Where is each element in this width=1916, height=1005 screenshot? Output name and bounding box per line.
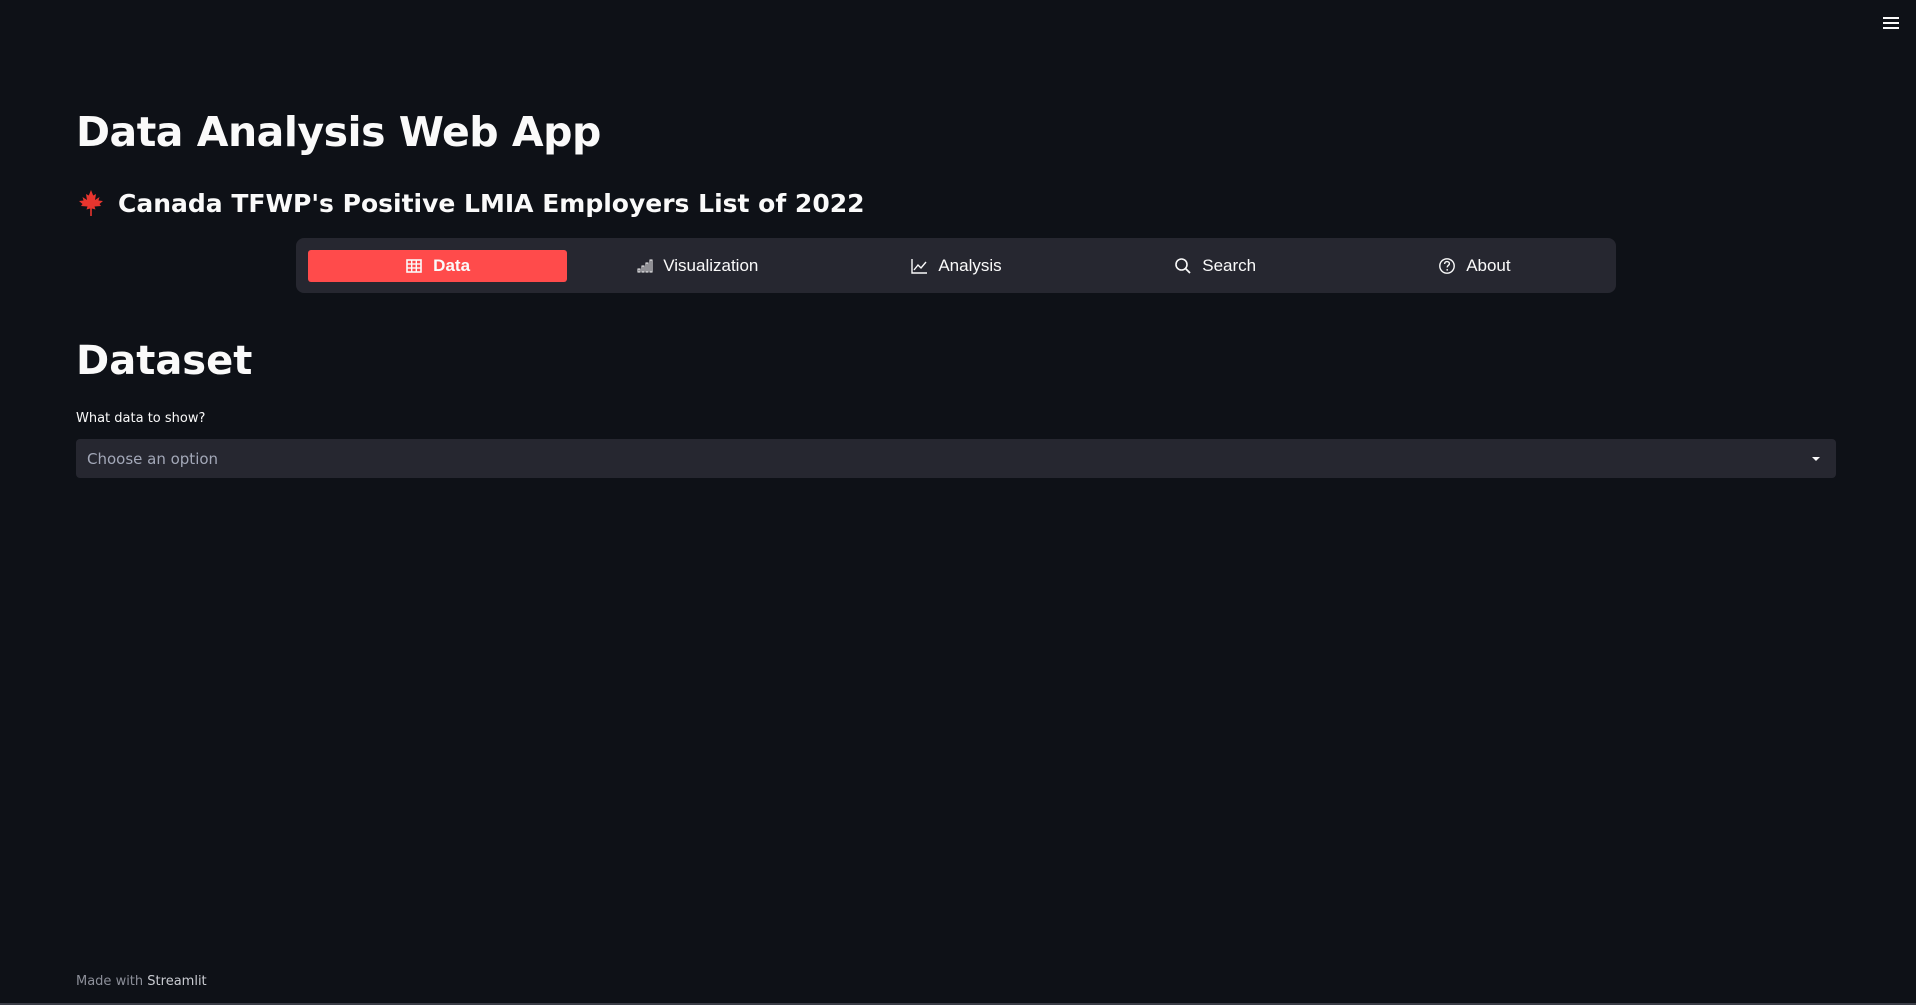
app-subtitle: Canada TFWP's Positive LMIA Employers Li… <box>76 188 865 218</box>
hamburger-menu-icon[interactable] <box>1883 14 1899 33</box>
app-title: Data Analysis Web App <box>76 108 601 156</box>
maple-leaf-icon <box>76 188 106 218</box>
nav-tab-search[interactable]: Search <box>1086 250 1345 282</box>
nav-tab-analysis-label: Analysis <box>938 255 1002 275</box>
question-circle-icon <box>1438 257 1456 275</box>
footer-prefix: Made with <box>76 974 144 989</box>
nav-tab-visualization-label: Visualization <box>663 255 759 275</box>
line-chart-icon <box>910 257 928 275</box>
table-icon <box>405 257 423 275</box>
select-label: What data to show? <box>76 411 206 426</box>
app-page: Data Analysis Web App Canada TFWP's Posi… <box>0 0 1916 1005</box>
nav-tab-data-label: Data <box>433 255 471 275</box>
nav-tab-about-label: About <box>1466 255 1511 275</box>
chevron-down-icon <box>1812 456 1820 461</box>
footer-streamlit-link[interactable]: Streamlit <box>147 974 206 989</box>
select-placeholder: Choose an option <box>87 449 219 468</box>
app-subtitle-text: Canada TFWP's Positive LMIA Employers Li… <box>118 188 865 218</box>
search-icon <box>1174 257 1192 275</box>
data-select-dropdown[interactable]: Choose an option <box>76 439 1836 478</box>
section-title: Dataset <box>76 338 253 384</box>
main-menu-button[interactable] <box>1878 12 1904 34</box>
nav-tab-data[interactable]: Data <box>308 249 568 282</box>
option-menu-navbar: Data Visualization Analysis Search About <box>296 238 1616 293</box>
nav-tab-analysis[interactable]: Analysis <box>826 250 1085 282</box>
nav-tab-search-label: Search <box>1202 255 1257 275</box>
nav-tab-about[interactable]: About <box>1345 250 1604 282</box>
footer: Made with Streamlit <box>76 974 207 989</box>
bar-chart-icon <box>635 257 653 275</box>
nav-tab-visualization[interactable]: Visualization <box>567 250 826 282</box>
